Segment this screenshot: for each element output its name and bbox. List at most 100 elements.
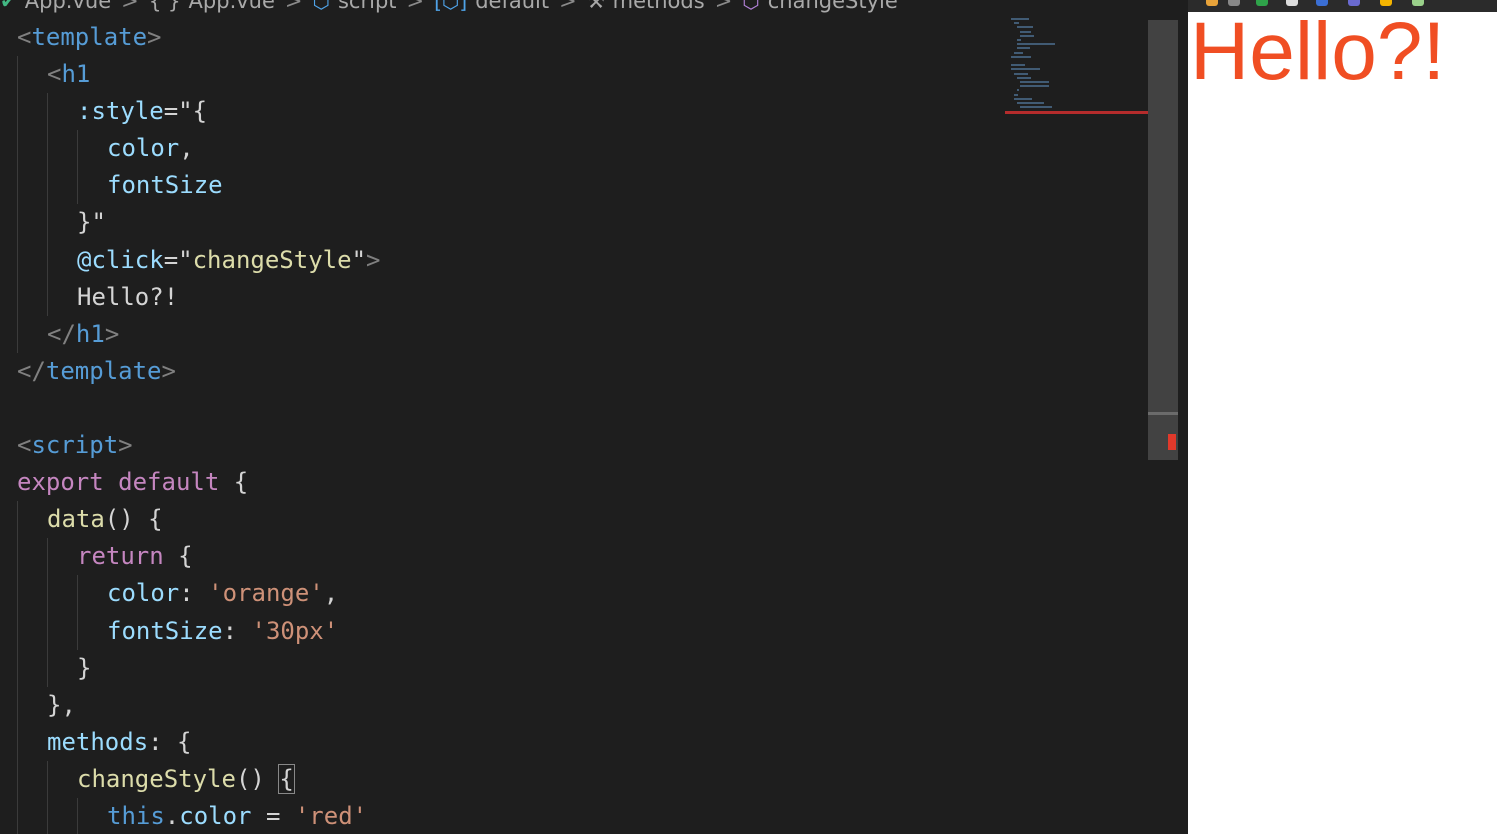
minimap-line [1017,89,1019,92]
code-line[interactable]: fontSize [0,167,1000,205]
indent-guide [47,649,48,687]
minimap-line [1020,34,1035,37]
code-token: this [107,801,165,830]
code-line[interactable]: this.color = 'red' [0,797,1000,834]
breadcrumb-separator: > [559,0,577,13]
minimap-line [1020,30,1031,33]
breadcrumb-label: App.vue [24,0,112,13]
code-line-text: Hello?! [77,279,178,316]
minimap-line [1020,81,1049,83]
indent-guide [17,723,18,761]
indent-guide [47,278,48,316]
method-cube-icon: ⬡ [742,0,760,13]
code-line[interactable]: @click="changeStyle"> [0,241,1000,279]
code-line[interactable]: } [0,649,1000,687]
code-line[interactable]: data() { [0,501,1000,539]
indent-guide [77,167,78,205]
minimap-line [1017,47,1030,50]
breadcrumb-item[interactable]: ✔ App.vue [0,0,111,13]
minimap[interactable] [1005,18,1150,128]
indent-guide [47,797,48,834]
breadcrumb-item[interactable]: ⚒ methods [587,0,705,13]
scrollbar-divider [1148,412,1178,415]
code-token: > [118,431,133,460]
breadcrumb-item[interactable]: { } App.vue [149,0,275,13]
code-token: </ [17,356,46,385]
code-line[interactable]: methods: { [0,723,1000,761]
code-line-text: color: 'orange', [107,575,338,612]
indent-guide [47,760,48,798]
code-line[interactable]: return { [0,538,1000,576]
indent-guide [47,241,48,279]
code-line[interactable]: fontSize: '30px' [0,612,1000,650]
indent-guide [77,612,78,650]
code-token: : { [148,727,192,756]
minimap-line [1011,55,1031,58]
breadcrumb-item[interactable]: ⬡ changeStyle [742,0,898,13]
code-line[interactable]: color: 'orange', [0,575,1000,613]
code-line[interactable]: export default { [0,464,1000,501]
breadcrumb-label: changeStyle [767,0,898,13]
indent-guide [17,56,18,94]
wrench-icon: ⚒ [586,0,605,13]
preview-heading[interactable]: Hello?! [1190,6,1445,98]
code-line-text: }" [77,204,106,241]
breadcrumb-separator: > [406,0,425,13]
cube-icon: ⬡ [312,0,330,13]
code-token: changeStyle [77,764,236,793]
indent-guide [17,315,18,353]
code-token: > [366,245,381,274]
breadcrumb-separator: > [714,0,733,13]
indent-guide [47,575,48,613]
code-line[interactable]: </h1> [0,315,1000,353]
code-token: { [219,468,249,497]
code-token: </ [47,319,76,348]
code-line-text: @click="changeStyle"> [77,242,380,279]
code-token: color [107,134,180,163]
indent-guide [17,797,18,834]
code-token: < [17,431,32,460]
minimap-line [1014,93,1018,96]
breadcrumb-item[interactable]: ⬡ script [313,0,397,13]
code-line-text: <template> [17,19,162,56]
code-line[interactable] [0,390,1000,427]
code-line[interactable]: color, [0,130,1000,168]
code-token: fontSize [107,616,223,645]
indent-guide [17,93,18,131]
indent-guide [17,538,18,576]
indent-guide [47,204,48,242]
code-line-text: </template> [17,353,176,390]
code-line-text: data() { [47,501,163,538]
code-line[interactable]: <script> [0,427,1000,464]
code-token: changeStyle [192,245,352,274]
editor-scrollbar[interactable] [1148,20,1178,460]
breadcrumb-item[interactable]: [⬡] default [434,0,549,13]
code-line[interactable]: Hello?! [0,278,1000,316]
code-line[interactable]: changeStyle() { [0,760,1000,798]
code-token: { [278,763,295,794]
code-line-text: </h1> [47,316,119,353]
code-line-text: <script> [17,427,133,464]
code-token: @click [77,245,164,274]
code-area[interactable]: <template> <h1:style="{color, fontSize}" @c… [0,19,1000,834]
code-token: :style [77,97,164,126]
indent-guide [77,797,78,834]
code-line[interactable]: <template> [0,19,1000,56]
code-line-text: return { [77,538,193,575]
code-line-text: fontSize [107,167,223,204]
code-line[interactable]: </template> [0,353,1000,390]
indent-guide [47,612,48,650]
code-line[interactable]: }" [0,204,1000,242]
indent-guide [47,538,48,576]
code-editor[interactable]: ✔ App.vue >{ } App.vue > ⬡ script > [⬡] default > ⚒… [0,0,1180,834]
code-line[interactable]: <h1 [0,56,1000,94]
indent-guide [17,278,18,316]
code-token: }" [77,208,106,237]
breadcrumb-label: App.vue [188,0,275,13]
breadcrumb: ✔ App.vue > { } App.vue > ⬡ script > [⬡] default > ⚒… [0,0,1000,14]
code-line[interactable]: }, [0,686,1000,724]
indent-guide [17,760,18,798]
minimap-line [1017,102,1044,104]
code-line[interactable]: :style="{ [0,93,1000,131]
